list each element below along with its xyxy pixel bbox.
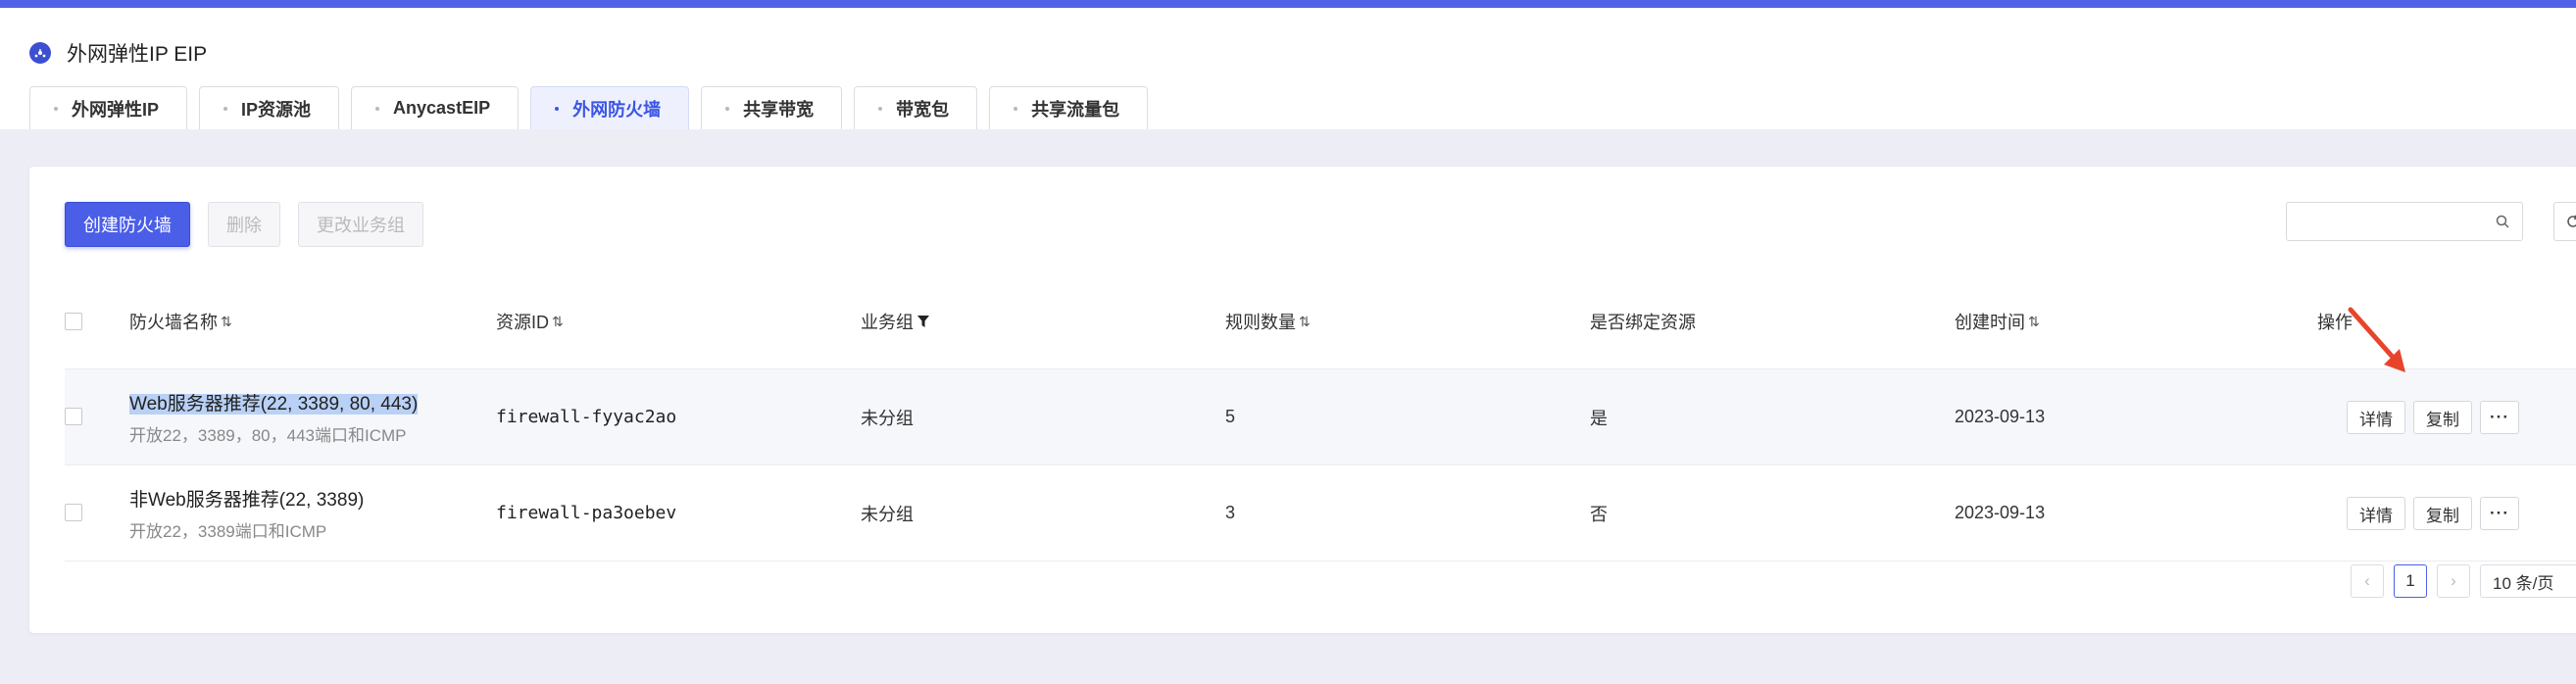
business-group: 未分组 [861, 504, 914, 524]
refresh-button[interactable] [2553, 202, 2576, 241]
search-icon[interactable] [2495, 214, 2510, 229]
firewall-name-text: Web服务器推荐(22, 3389, 80, 443) [129, 393, 419, 415]
table-header: 防火墙名称 ⇅ 资源ID ⇅ 业务组 规则数量 ⇅ 是否绑定资源 创建时间 ⇅ 操作 [65, 274, 2576, 368]
col-resource-id-label: 资源ID [496, 313, 549, 332]
tab-firewall[interactable]: 外网防火墙 [530, 86, 690, 129]
page-header: 外网弹性IP EIP 外网弹性IP IP资源池 AnycastEIP 外网防火墙… [0, 8, 2576, 129]
tab-shared-bandwidth[interactable]: 共享带宽 [701, 86, 843, 129]
firewall-description: 开放22，3389，80，443端口和ICMP [129, 425, 407, 445]
tab-shared-traffic-package[interactable]: 共享流量包 [989, 86, 1149, 129]
col-rule-count[interactable]: 规则数量 ⇅ [1225, 274, 1311, 368]
tab-bandwidth-package[interactable]: 带宽包 [854, 86, 978, 129]
bound-status: 是 [1590, 408, 1608, 428]
tab-dot-icon [54, 106, 58, 111]
col-bound: 是否绑定资源 [1590, 274, 1696, 368]
copy-button[interactable]: 复制 [2413, 497, 2472, 530]
col-group-label: 业务组 [861, 313, 914, 332]
tab-ip-pool[interactable]: IP资源池 [199, 86, 340, 129]
row-checkbox[interactable] [65, 504, 82, 521]
detail-button[interactable]: 详情 [2347, 401, 2405, 434]
col-name[interactable]: 防火墙名称 ⇅ [129, 274, 232, 368]
sort-icon[interactable]: ⇅ [2028, 314, 2040, 330]
toolbar: 创建防火墙 删除 更改业务组 [65, 202, 441, 247]
resource-id: firewall-pa3oebev [496, 503, 677, 523]
tab-label: 共享带宽 [743, 99, 815, 120]
more-actions-button[interactable]: ··· [2480, 401, 2519, 434]
firewall-list-card: 创建防火墙 删除 更改业务组 防火墙名称 ⇅ 资源ID ⇅ 业务组 规则数量 ⇅ 是否… [29, 167, 2576, 633]
pagination: ‹ 1 › 10 条/页 [2351, 564, 2576, 598]
create-firewall-button[interactable]: 创建防火墙 [65, 202, 190, 247]
sort-icon[interactable]: ⇅ [221, 314, 232, 330]
col-name-label: 防火墙名称 [129, 313, 218, 332]
col-bound-label: 是否绑定资源 [1590, 313, 1696, 332]
firewall-name[interactable]: Web服务器推荐(22, 3389, 80, 443) [129, 389, 419, 415]
page-1-button[interactable]: 1 [2394, 564, 2427, 598]
table-row: Web服务器推荐(22, 3389, 80, 443) 开放22，3389，80… [65, 368, 2576, 464]
change-group-button[interactable]: 更改业务组 [298, 202, 423, 247]
firewall-name[interactable]: 非Web服务器推荐(22, 3389) [129, 485, 364, 512]
bound-status: 否 [1590, 504, 1608, 524]
next-page-button[interactable]: › [2437, 564, 2470, 598]
firewall-description: 开放22，3389端口和ICMP [129, 521, 327, 541]
sort-icon[interactable]: ⇅ [552, 314, 564, 330]
copy-button[interactable]: 复制 [2413, 401, 2472, 434]
row-checkbox[interactable] [65, 408, 82, 425]
col-group[interactable]: 业务组 [861, 274, 929, 368]
tab-label: 共享流量包 [1031, 99, 1120, 120]
tab-label: 带宽包 [896, 99, 950, 120]
search-input[interactable] [2297, 211, 2487, 234]
tab-eip[interactable]: 外网弹性IP [29, 86, 188, 129]
tab-dot-icon [878, 106, 883, 111]
tab-label: IP资源池 [241, 99, 312, 120]
col-created-label: 创建时间 [1955, 313, 2025, 332]
col-rule-count-label: 规则数量 [1225, 313, 1296, 332]
prev-page-button[interactable]: ‹ [2351, 564, 2384, 598]
tab-label: 外网防火墙 [572, 99, 662, 120]
col-actions-label: 操作 [2317, 313, 2353, 332]
title-row: 外网弹性IP EIP [29, 35, 207, 71]
resource-id: firewall-fyyac2ao [496, 407, 677, 427]
business-group: 未分组 [861, 408, 914, 428]
rule-count: 5 [1225, 407, 1236, 426]
tab-dot-icon [1014, 106, 1018, 111]
page-title: 外网弹性IP EIP [67, 43, 208, 66]
detail-button[interactable]: 详情 [2347, 497, 2405, 530]
select-all-checkbox[interactable] [65, 313, 82, 330]
sort-icon[interactable]: ⇅ [1299, 314, 1311, 330]
refresh-icon [2567, 215, 2576, 227]
tab-label: 外网弹性IP [72, 99, 160, 120]
filter-icon[interactable] [917, 316, 929, 327]
eip-logo-icon [29, 42, 51, 64]
firewall-name-cell: Web服务器推荐(22, 3389, 80, 443) 开放22，3389，80… [129, 369, 419, 464]
firewall-table: 防火墙名称 ⇅ 资源ID ⇅ 业务组 规则数量 ⇅ 是否绑定资源 创建时间 ⇅ 操作 W… [65, 274, 2576, 562]
tab-label: AnycastEIP [393, 98, 491, 118]
rule-count: 3 [1225, 503, 1236, 522]
col-actions: 操作 [2317, 274, 2353, 368]
delete-button[interactable]: 删除 [208, 202, 280, 247]
more-actions-button[interactable]: ··· [2480, 497, 2519, 530]
tab-dot-icon [375, 106, 380, 111]
table-row: 非Web服务器推荐(22, 3389) 开放22，3389端口和ICMP fir… [65, 464, 2576, 562]
col-created[interactable]: 创建时间 ⇅ [1955, 274, 2040, 368]
tab-bar: 外网弹性IP IP资源池 AnycastEIP 外网防火墙 共享带宽 带宽包 共… [29, 86, 1160, 129]
tab-dot-icon [725, 106, 730, 111]
tab-dot-icon [223, 106, 228, 111]
top-accent-bar [0, 0, 2576, 8]
row-actions: 详情 复制 ··· [2347, 401, 2527, 434]
tab-dot-icon [555, 106, 560, 111]
col-resource-id[interactable]: 资源ID ⇅ [496, 274, 564, 368]
tab-anycast-eip[interactable]: AnycastEIP [351, 86, 520, 129]
page-size-select[interactable]: 10 条/页 [2480, 564, 2576, 598]
row-actions: 详情 复制 ··· [2347, 497, 2527, 530]
created-date: 2023-09-13 [1955, 407, 2046, 426]
created-date: 2023-09-13 [1955, 503, 2046, 522]
firewall-name-cell: 非Web服务器推荐(22, 3389) 开放22，3389端口和ICMP [129, 465, 364, 561]
search-box[interactable] [2286, 202, 2523, 241]
